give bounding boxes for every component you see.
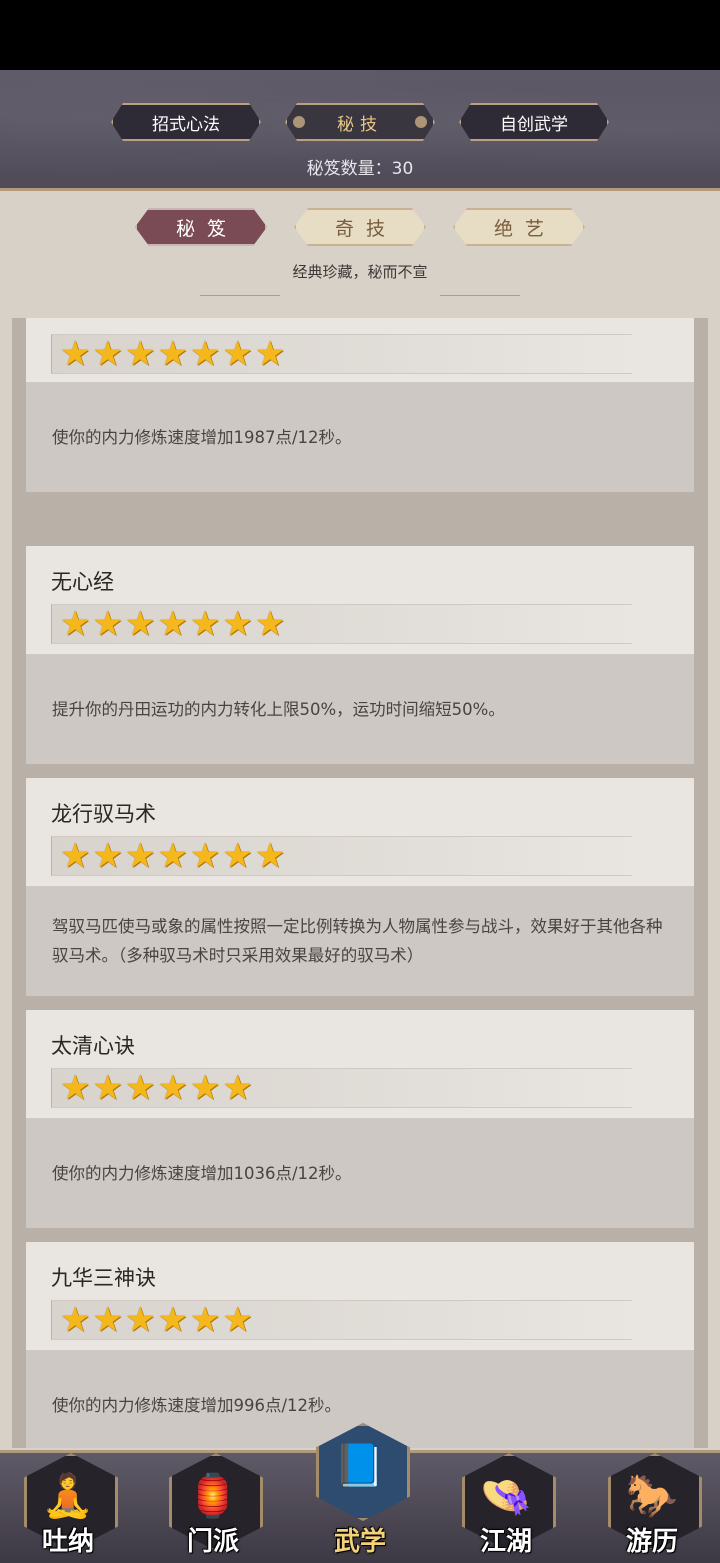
nav-jianghu[interactable]: 👒 江湖 xyxy=(456,1453,556,1563)
hat-icon: 👒 xyxy=(479,1471,533,1520)
tab-label: 秘技 xyxy=(337,114,383,135)
nav-label: 吐纳 xyxy=(41,1527,94,1557)
manual-list[interactable]: ↓ 星级 ★★★★★★★ 使你的内力修炼速度增加1987点/12秒。 无心经 ★… xyxy=(12,318,708,1448)
ornament-icon xyxy=(293,116,305,128)
manual-title: 无心经 xyxy=(51,570,114,594)
manual-description: 使你的内力修炼速度增加1987点/12秒。 xyxy=(26,382,694,492)
stars-icon: ★★★★★★ xyxy=(60,1068,255,1108)
list-item[interactable]: ★★★★★★★ 使你的内力修炼速度增加1987点/12秒。 xyxy=(26,318,694,492)
nav-travel[interactable]: 🐎 游历 xyxy=(602,1453,702,1563)
nav-label: 门派 xyxy=(186,1527,239,1557)
status-bar xyxy=(0,0,720,70)
main-content: 秘笈 奇技 绝艺 经典珍藏，秘而不宣 ↓ 星级 ★★★★★★★ 使你的内力修炼速… xyxy=(0,191,720,1450)
star-rating: ★★★★★★ xyxy=(51,1300,632,1340)
manual-title: 九华三神诀 xyxy=(51,1266,156,1290)
list-item[interactable]: 太清心诀 ★★★★★★ 使你的内力修炼速度增加1036点/12秒。 xyxy=(26,1010,694,1228)
subtab-unique[interactable]: 绝艺 xyxy=(453,208,585,246)
stars-icon: ★★★★★★★ xyxy=(60,836,288,876)
tab-label: 自创武学 xyxy=(500,114,568,135)
sect-icon: 🏮 xyxy=(186,1471,240,1520)
tab-secret-skills[interactable]: 秘技 xyxy=(285,103,435,141)
header: 招式心法 秘技 自创武学 秘笈数量：30 xyxy=(0,70,720,191)
manual-title: 太清心诀 xyxy=(51,1034,135,1058)
stars-icon: ★★★★★★★ xyxy=(60,334,288,374)
subtitle: 经典珍藏，秘而不宣 xyxy=(292,263,428,281)
tab-label: 招式心法 xyxy=(152,114,220,135)
manual-description: 使你的内力修炼速度增加1036点/12秒。 xyxy=(26,1118,694,1228)
horse-icon: 🐎 xyxy=(625,1471,679,1520)
star-rating: ★★★★★★★ xyxy=(51,836,632,876)
list-item[interactable]: 无心经 ★★★★★★★ 提升你的丹田运功的内力转化上限50%，运功时间缩短50%… xyxy=(26,546,694,764)
meditation-icon: 🧘 xyxy=(41,1471,95,1520)
subtab-label: 奇技 xyxy=(334,217,397,240)
subtab-label: 绝艺 xyxy=(493,217,556,240)
star-rating: ★★★★★★★ xyxy=(51,604,632,644)
bottom-navigation: 🧘 吐纳 🏮 门派 📘 武学 👒 江湖 🐎 游历 xyxy=(0,1423,720,1563)
tab-self-created[interactable]: 自创武学 xyxy=(459,103,609,141)
nav-breathing[interactable]: 🧘 吐纳 xyxy=(18,1453,118,1563)
ornament-icon xyxy=(415,116,427,128)
nav-label: 江湖 xyxy=(479,1527,532,1557)
subtab-manuals[interactable]: 秘笈 xyxy=(135,208,267,246)
stars-icon: ★★★★★★ xyxy=(60,1300,255,1340)
manual-description: 驾驭马匹使马或象的属性按照一定比例转换为人物属性参与战斗，效果好于其他各种驭马术… xyxy=(26,886,694,996)
nav-label: 游历 xyxy=(625,1527,678,1557)
subtab-label: 秘笈 xyxy=(175,217,238,240)
list-item[interactable]: 龙行驭马术 ★★★★★★★ 驾驭马匹使马或象的属性按照一定比例转换为人物属性参与… xyxy=(26,778,694,996)
manual-count: 秘笈数量：30 xyxy=(306,159,414,179)
list-item[interactable]: 九华三神诀 ★★★★★★ 使你的内力修炼速度增加996点/12秒。 xyxy=(26,1242,694,1448)
nav-martial-arts[interactable]: 📘 武学 xyxy=(310,1423,410,1563)
manual-description: 提升你的丹田运功的内力转化上限50%，运功时间缩短50%。 xyxy=(26,654,694,764)
star-rating: ★★★★★★ xyxy=(51,1068,632,1108)
nav-label: 武学 xyxy=(333,1527,386,1557)
manual-title: 龙行驭马术 xyxy=(51,802,156,826)
tab-moves[interactable]: 招式心法 xyxy=(111,103,261,141)
book-icon: 📘 xyxy=(333,1441,387,1490)
star-rating: ★★★★★★★ xyxy=(51,334,632,374)
stars-icon: ★★★★★★★ xyxy=(60,604,288,644)
divider xyxy=(440,295,520,296)
subtab-special[interactable]: 奇技 xyxy=(294,208,426,246)
divider xyxy=(200,295,280,296)
nav-sect[interactable]: 🏮 门派 xyxy=(163,1453,263,1563)
